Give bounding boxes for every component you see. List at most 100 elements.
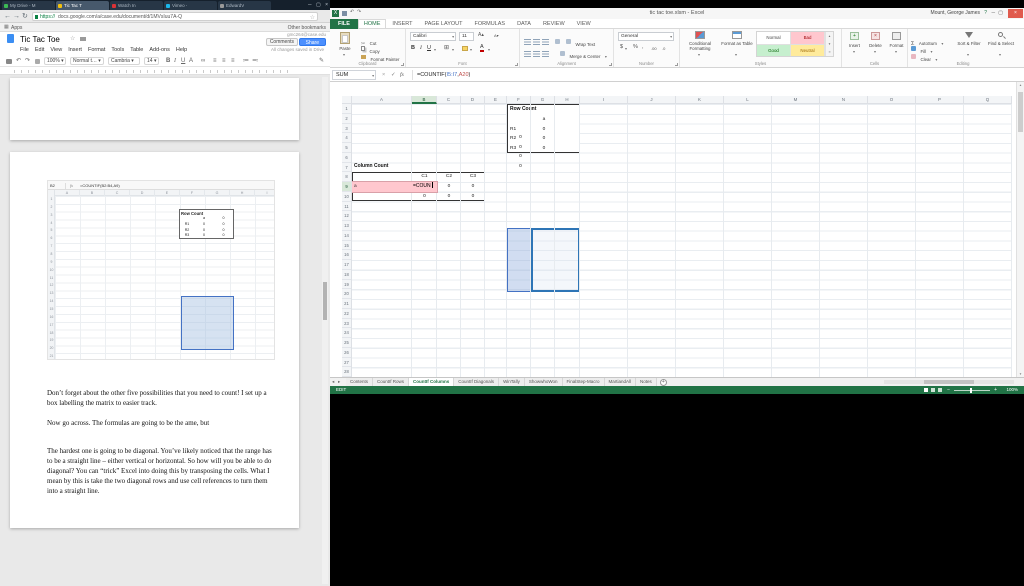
number-format-select[interactable]: General▾: [618, 32, 674, 41]
menu-file[interactable]: File: [20, 46, 29, 55]
increase-decimal-button[interactable]: .00: [651, 46, 657, 51]
percent-button[interactable]: %: [633, 44, 638, 50]
fill-color-dropdown[interactable]: ▾: [470, 47, 472, 52]
view-page-layout-icon[interactable]: [931, 388, 935, 392]
align-bottom-icon[interactable]: [542, 39, 549, 45]
row-header-23[interactable]: 23: [342, 319, 351, 329]
ribbon-tab-home[interactable]: HOME: [358, 19, 387, 29]
conditional-formatting-dropdown[interactable]: ▾: [698, 52, 700, 57]
row-header-28[interactable]: 28: [342, 367, 351, 377]
user-name[interactable]: Mount, George James: [931, 10, 980, 16]
close-button[interactable]: ×: [325, 2, 328, 8]
menu-table[interactable]: Table: [130, 46, 143, 55]
underline-dropdown[interactable]: ▾: [434, 47, 436, 52]
embedded-screenshot[interactable]: B2 fx =COUNTIF(B2:B4,A9) ABCDEFGHI 12345…: [47, 180, 275, 360]
align-left-icon[interactable]: ≡: [213, 55, 217, 67]
undo-icon[interactable]: ↶: [16, 55, 21, 67]
sheet-tab-countif-rows[interactable]: CountIf Rows: [373, 378, 409, 386]
column-header-b[interactable]: B: [412, 96, 437, 104]
row-header-21[interactable]: 21: [342, 299, 351, 309]
currency-button[interactable]: $: [620, 44, 623, 50]
ribbon-tab-file[interactable]: FILE: [330, 19, 358, 29]
autosum-dropdown[interactable]: ▾: [941, 42, 943, 46]
column-header-f[interactable]: F: [507, 96, 531, 104]
row-header-16[interactable]: 16: [342, 250, 351, 260]
row-header-9[interactable]: 9: [342, 182, 351, 192]
row-header-5[interactable]: 5: [342, 143, 351, 153]
menu-insert[interactable]: Insert: [68, 46, 82, 55]
doc-scrollbar-thumb[interactable]: [323, 282, 327, 320]
save-status[interactable]: All changes saved in Drive: [271, 47, 324, 52]
vscroll-thumb[interactable]: [1018, 92, 1023, 132]
currency-dropdown[interactable]: ▾: [625, 46, 627, 51]
bold-button[interactable]: B: [166, 55, 170, 67]
row-header-12[interactable]: 12: [342, 211, 351, 221]
sheet-tab-wintally[interactable]: WinTally: [499, 378, 525, 386]
row-header-27[interactable]: 27: [342, 358, 351, 368]
redo-icon[interactable]: ↷: [357, 9, 361, 15]
column-header-c[interactable]: C: [437, 96, 461, 104]
borders-icon[interactable]: ⊞: [444, 44, 449, 51]
column-header-n[interactable]: N: [820, 96, 868, 104]
ribbon-tab-formulas[interactable]: FORMULAS: [469, 19, 512, 29]
active-edit-cell[interactable]: =COUN: [412, 182, 437, 192]
row-header-8[interactable]: 8: [342, 172, 351, 182]
zoom-in-button[interactable]: +: [994, 386, 997, 394]
excel-close-button[interactable]: ×: [1008, 9, 1023, 18]
excel-maximize-button[interactable]: ▢: [998, 10, 1003, 16]
sheet-tab-notes[interactable]: Notes: [636, 378, 657, 386]
bullet-list-icon[interactable]: ≔: [243, 55, 249, 67]
clipboard-dialog-launcher[interactable]: [401, 63, 404, 66]
numbered-list-icon[interactable]: ≕: [252, 55, 258, 67]
row-count-box[interactable]: Row Count a0R100R200R300: [507, 104, 580, 153]
insert-function-button[interactable]: fx: [400, 70, 404, 80]
row-header-4[interactable]: 4: [342, 133, 351, 143]
row-header-15[interactable]: 15: [342, 241, 351, 251]
column-header-g[interactable]: G: [531, 96, 555, 104]
doc-title[interactable]: Tic Tac Toe: [20, 35, 60, 44]
row-header-13[interactable]: 13: [342, 221, 351, 231]
zoom-slider[interactable]: [954, 390, 990, 391]
ruler[interactable]: [0, 67, 330, 75]
row-header-3[interactable]: 3: [342, 124, 351, 134]
enter-button[interactable]: ✓: [391, 70, 396, 80]
cell-style-bad[interactable]: Bad: [791, 32, 825, 45]
gallery-down-icon[interactable]: ▾: [826, 40, 833, 48]
row-header-20[interactable]: 20: [342, 289, 351, 299]
font-color-dropdown[interactable]: ▾: [488, 47, 490, 52]
vscroll-up-icon[interactable]: ▴: [1017, 83, 1024, 87]
font-name-select[interactable]: Calibri▾: [410, 32, 456, 41]
format-dropdown[interactable]: ▾: [895, 49, 897, 54]
bold-button[interactable]: B: [411, 45, 415, 51]
browser-tab-watch-in[interactable]: Watch In: [110, 1, 163, 10]
save-icon[interactable]: [342, 11, 347, 16]
row-header-7[interactable]: 7: [342, 163, 351, 173]
zoom-select[interactable]: 100% ▾: [44, 57, 66, 65]
gallery-up-icon[interactable]: ▴: [826, 32, 833, 40]
row-header-18[interactable]: 18: [342, 270, 351, 280]
new-sheet-button[interactable]: +: [660, 379, 667, 386]
borders-dropdown[interactable]: ▾: [452, 47, 454, 52]
print-icon[interactable]: [6, 59, 12, 64]
sheet-nav-left-icon[interactable]: ◂: [332, 378, 334, 386]
row-header-24[interactable]: 24: [342, 328, 351, 338]
back-button[interactable]: ←: [4, 12, 11, 21]
styles-select[interactable]: Normal t… ▾: [70, 57, 104, 65]
cell-style-neutral[interactable]: Neutral: [791, 45, 825, 58]
italic-button[interactable]: I: [420, 45, 422, 51]
cell-style-good[interactable]: Good: [757, 45, 791, 58]
document-page[interactable]: B2 fx =COUNTIF(B2:B4,A9) ABCDEFGHI 12345…: [10, 152, 299, 528]
vscroll-down-icon[interactable]: ▾: [1017, 372, 1024, 376]
comma-button[interactable]: ,: [642, 44, 644, 50]
row-header-2[interactable]: 2: [342, 114, 351, 124]
gallery-more-icon[interactable]: ≡: [826, 48, 833, 56]
row-header-22[interactable]: 22: [342, 309, 351, 319]
browser-tab-tic-tac-t[interactable]: Tic Tac T: [56, 1, 109, 10]
paint-format-icon[interactable]: [35, 59, 40, 64]
bookmark-star-icon[interactable]: ☆: [310, 14, 315, 21]
sort-filter-dropdown[interactable]: ▾: [967, 52, 969, 57]
row-header-19[interactable]: 19: [342, 280, 351, 290]
omnibox[interactable]: https:// docs.google.com/a/case.edu/docu…: [32, 12, 318, 21]
column-header-m[interactable]: M: [772, 96, 820, 104]
decrease-decimal-button[interactable]: .0: [662, 46, 665, 51]
